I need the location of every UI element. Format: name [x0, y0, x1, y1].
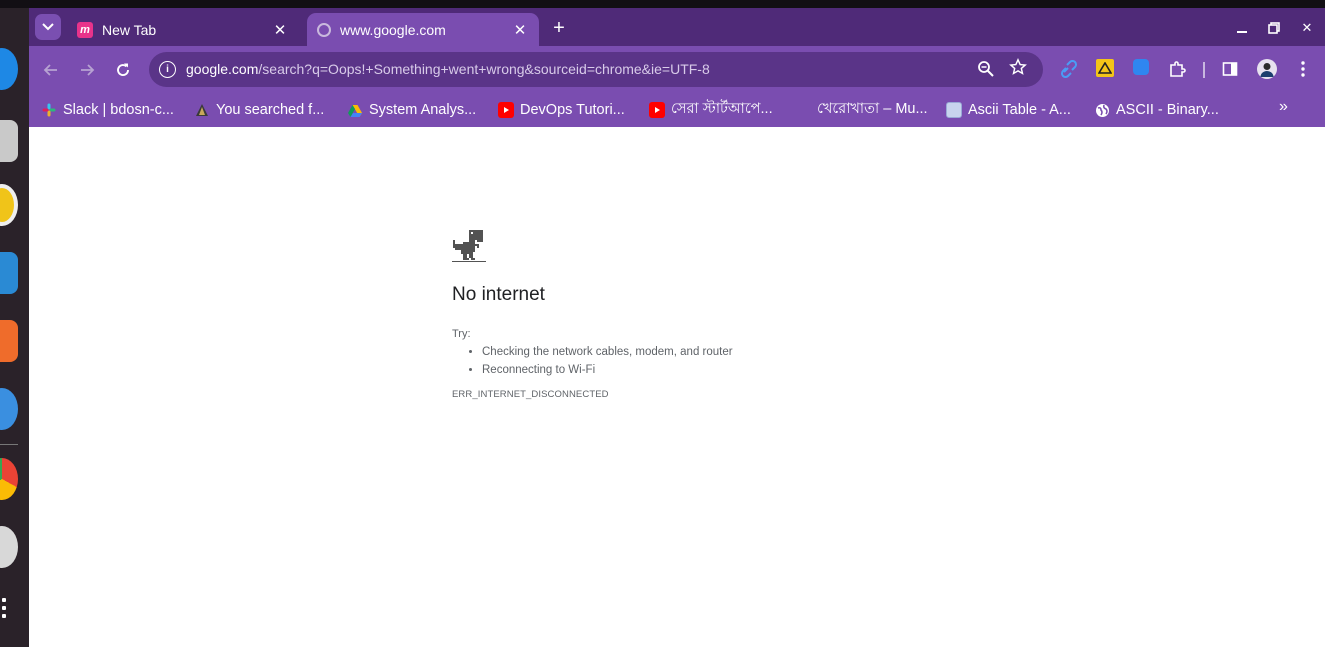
page-icon	[946, 102, 962, 118]
bookmark-label: DevOps Tutori...	[520, 102, 625, 118]
globe-icon	[1094, 102, 1110, 118]
prism-icon	[194, 102, 210, 118]
bookmarks-bar: Slack | bdosn-c... You searched f... Sys…	[29, 94, 1325, 127]
page-content: No internet Try: Checking the network ca…	[29, 127, 1325, 647]
dock-app-help[interactable]	[0, 388, 18, 430]
menu-kebab-icon[interactable]	[1293, 59, 1313, 79]
side-panel-icon[interactable]	[1220, 59, 1240, 79]
dock-app-chrome[interactable]	[0, 458, 18, 500]
slack-icon	[41, 102, 57, 118]
browser-window: m New Tab ✕ www.google.com ✕ + ✕ i googl…	[29, 8, 1325, 647]
tab-search-button[interactable]	[35, 14, 61, 40]
error-code: ERR_INTERNET_DISCONNECTED	[452, 389, 609, 400]
list-item: Reconnecting to Wi-Fi	[482, 361, 733, 379]
link-icon[interactable]	[1059, 59, 1079, 79]
bookmark-label: খেরোখাতা – Mu...	[817, 101, 928, 117]
bookmark-label: সেরা স্টার্টআপে...	[671, 101, 773, 117]
dock-separator	[0, 444, 18, 445]
bookmark-system-analysis[interactable]: System Analys...	[347, 99, 476, 121]
bookmark-kherokhata[interactable]: খেরোখাতা – Mu...	[817, 99, 928, 121]
bookmark-you-searched[interactable]: You searched f...	[194, 99, 324, 121]
bookmark-bangla-startup[interactable]: সেরা স্টার্টআপে...	[649, 99, 773, 121]
blue-square-icon[interactable]	[1133, 59, 1149, 75]
suggestions-list: Checking the network cables, modem, and …	[482, 343, 733, 379]
site-info-icon[interactable]: i	[159, 61, 176, 78]
bookmark-slack[interactable]: Slack | bdosn-c...	[41, 99, 174, 121]
maximize-button[interactable]	[1263, 17, 1285, 39]
url-host: google.com	[186, 61, 259, 77]
youtube-icon	[498, 102, 514, 118]
bookmark-label: You searched f...	[216, 102, 325, 118]
dock-app-writer[interactable]	[0, 252, 18, 294]
puzzle-icon[interactable]	[1167, 59, 1187, 79]
new-tab-button[interactable]: +	[547, 16, 571, 40]
profile-avatar-icon[interactable]	[1257, 59, 1277, 79]
dock-app-rhythmbox[interactable]	[0, 184, 18, 226]
minimize-button[interactable]	[1231, 17, 1253, 39]
bookmarks-overflow-button[interactable]: »	[1279, 98, 1299, 120]
bookmark-ascii-table[interactable]: Ascii Table - A...	[946, 99, 1071, 121]
tab-title: New Tab	[102, 21, 157, 38]
tab-title: www.google.com	[340, 21, 446, 38]
bookmark-label: Ascii Table - A...	[968, 102, 1071, 118]
toolbar: i google.com/search?q=Oops!+Something+we…	[29, 46, 1325, 94]
close-icon[interactable]: ✕	[271, 21, 289, 39]
forward-button[interactable]	[75, 58, 99, 82]
zoom-icon[interactable]	[977, 60, 997, 80]
bookmark-label: System Analys...	[369, 102, 477, 118]
window-close-button[interactable]: ✕	[1296, 17, 1318, 39]
try-label: Try:	[452, 328, 471, 340]
artstation-icon[interactable]	[1096, 59, 1114, 77]
dino-icon	[452, 230, 486, 262]
m-icon: m	[77, 21, 93, 38]
address-bar[interactable]: i google.com/search?q=Oops!+Something+we…	[149, 52, 1043, 87]
tab-google[interactable]: www.google.com ✕	[307, 13, 539, 46]
toolbar-separator	[1203, 62, 1205, 78]
bookmark-devops[interactable]: DevOps Tutori...	[498, 99, 625, 121]
reload-button[interactable]	[111, 58, 135, 82]
bookmark-label: Slack | bdosn-c...	[63, 102, 174, 118]
error-title: No internet	[452, 284, 545, 305]
tab-new-tab[interactable]: m New Tab ✕	[67, 13, 299, 46]
tab-strip: m New Tab ✕ www.google.com ✕ + ✕	[29, 8, 1325, 46]
app-dock	[0, 8, 29, 647]
dock-app-software[interactable]	[0, 320, 18, 362]
bookmark-star-icon[interactable]	[1009, 58, 1029, 78]
list-item: Checking the network cables, modem, and …	[482, 343, 733, 361]
youtube-icon	[649, 102, 665, 118]
url-path: /search?q=Oops!+Something+went+wrong&sou…	[258, 61, 710, 77]
globe-icon	[317, 22, 331, 37]
back-button[interactable]	[39, 58, 63, 82]
dock-app-files[interactable]	[0, 120, 18, 162]
bookmark-label: ASCII - Binary...	[1116, 102, 1219, 118]
drive-icon	[347, 102, 363, 118]
show-apps-icon[interactable]	[2, 598, 10, 618]
url-text[interactable]: google.com/search?q=Oops!+Something+went…	[186, 61, 710, 77]
dock-app-search[interactable]	[0, 526, 18, 568]
close-icon[interactable]: ✕	[511, 21, 529, 39]
dock-app-blue[interactable]	[0, 48, 18, 90]
bookmark-ascii-binary[interactable]: ASCII - Binary...	[1094, 99, 1219, 121]
system-top-bar	[0, 0, 1325, 8]
